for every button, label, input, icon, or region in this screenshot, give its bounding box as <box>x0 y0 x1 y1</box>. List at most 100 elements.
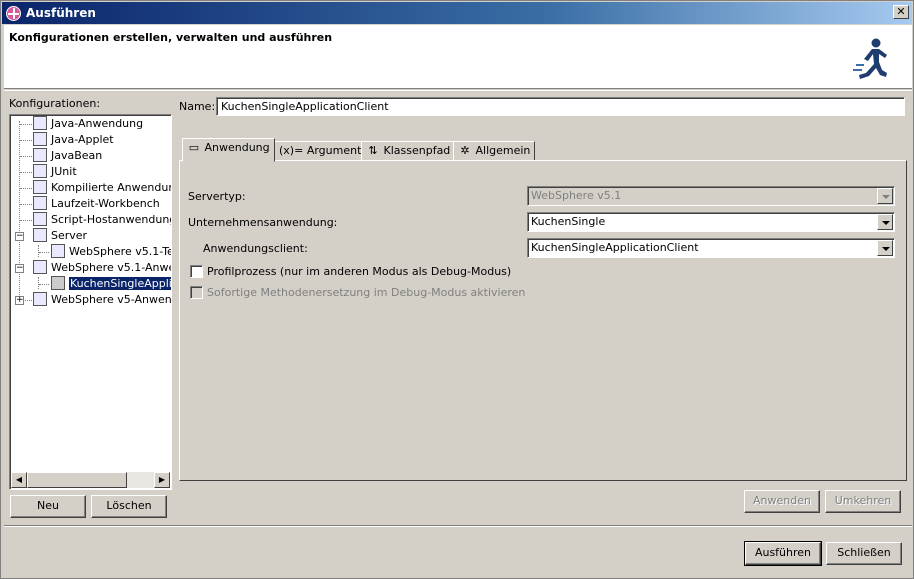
new-button[interactable]: Neu <box>10 495 86 518</box>
footer-separator <box>4 525 912 527</box>
tree-item-kuchen-client[interactable]: KuchenSingleApplicat <box>51 276 171 292</box>
tree-item-server[interactable]: Server <box>33 228 87 244</box>
tab-label: Anwendung <box>204 141 270 154</box>
delete-button[interactable]: Löschen <box>91 495 167 518</box>
tab-label: Allgemein <box>475 144 531 157</box>
tree-line <box>20 220 32 221</box>
tree-line <box>39 284 49 285</box>
run-dialog: Ausführen ✕ Konfigurationen erstellen, v… <box>0 0 914 579</box>
enterprise-app-label: Unternehmensanwendung: <box>188 216 338 229</box>
tree-item-label: Laufzeit-Workbench <box>51 197 160 210</box>
tab-argumente[interactable]: (x)= Argumente <box>274 141 374 161</box>
tree-item-javabean[interactable]: JavaBean <box>33 148 102 164</box>
expand-toggle[interactable]: + <box>15 296 24 305</box>
tree-line <box>20 140 32 141</box>
configuration-tree[interactable]: − − + Java-Anwendung Java-Applet JavaBea… <box>9 114 172 490</box>
websphere-50-icon <box>33 292 47 306</box>
chevron-down-icon <box>877 188 893 204</box>
tree-item-label: Script-Hostanwendung <box>51 213 172 226</box>
javabean-icon <box>33 148 47 162</box>
scroll-right-arrow-icon[interactable]: ▶ <box>154 472 170 488</box>
tree-line <box>20 172 32 173</box>
tab-klassenpfad[interactable]: ⇅ Klassenpfad <box>361 141 456 161</box>
revert-button: Umkehren <box>825 490 901 513</box>
tree-item-label: Server <box>51 229 88 242</box>
title-bar[interactable]: Ausführen ✕ <box>2 2 912 24</box>
websphere-client-icon <box>51 276 65 290</box>
enterprise-app-select[interactable]: KuchenSingle <box>527 212 895 232</box>
window-title: Ausführen <box>26 6 96 20</box>
tree-item-label: JavaBean <box>51 149 103 162</box>
workbench-icon <box>33 196 47 210</box>
websphere-51-icon <box>33 260 47 274</box>
tab-label: Argumente <box>306 144 369 157</box>
java-applet-icon <box>33 132 47 146</box>
close-window-button[interactable]: ✕ <box>893 5 909 19</box>
run-app-icon <box>6 6 21 21</box>
tree-item-label: WebSphere v5-Anwendu <box>51 293 172 306</box>
tab-anwendung[interactable]: ▭ Anwendung <box>182 138 275 162</box>
dialog-subtitle: Konfigurationen erstellen, verwalten und… <box>9 31 333 44</box>
tree-line <box>20 204 32 205</box>
websphere-test-icon <box>51 244 65 258</box>
tree-line <box>38 245 39 257</box>
chevron-down-icon[interactable] <box>877 240 893 256</box>
tree-item-label: Java-Anwendung <box>51 117 144 130</box>
enterprise-app-value: KuchenSingle <box>531 215 606 228</box>
tab-label: Klassenpfad <box>383 144 451 157</box>
tree-item-websphere-51[interactable]: WebSphere v5.1-Anwen <box>33 260 172 276</box>
script-icon <box>33 212 47 226</box>
name-input[interactable]: KuchenSingleApplicationClient <box>216 97 905 116</box>
tree-item-websphere-test[interactable]: WebSphere v5.1-Tes <box>51 244 172 260</box>
tree-item-label: WebSphere v5.1-Anwen <box>51 261 172 274</box>
tree-item-java-application[interactable]: Java-Anwendung <box>33 116 143 132</box>
scroll-thumb[interactable] <box>27 472 127 488</box>
collapse-toggle[interactable]: − <box>15 264 24 273</box>
tree-line <box>19 121 20 301</box>
servertyp-select: WebSphere v5.1 <box>527 186 895 206</box>
header-separator <box>4 90 912 91</box>
servertyp-label: Servertyp: <box>188 190 246 203</box>
apply-button: Anwenden <box>744 490 820 513</box>
scroll-left-arrow-icon[interactable]: ◀ <box>11 472 27 488</box>
hotswap-checkbox-label: Sofortige Methodenersetzung im Debug-Mod… <box>207 286 526 299</box>
app-client-select[interactable]: KuchenSingleApplicationClient <box>527 238 895 258</box>
tree-item-label: JUnit <box>51 165 77 178</box>
tab-panel: Servertyp: WebSphere v5.1 Unternehmensan… <box>179 160 907 481</box>
tree-item-junit[interactable]: JUnit <box>33 164 77 180</box>
tree-item-compiled-application[interactable]: Kompilierte Anwendung <box>33 180 172 196</box>
tree-item-label: Java-Applet <box>51 133 114 146</box>
close-button[interactable]: Schließen <box>826 542 902 565</box>
tree-item-websphere-50[interactable]: WebSphere v5-Anwendu <box>33 292 172 308</box>
collapse-toggle[interactable]: − <box>15 232 24 241</box>
tree-line <box>20 156 32 157</box>
common-tab-icon: ✲ <box>460 144 470 157</box>
run-button[interactable]: Ausführen <box>744 541 822 566</box>
tree-item-label: KuchenSingleApplicat <box>69 277 171 290</box>
tree-line <box>20 188 32 189</box>
profile-checkbox-label[interactable]: Profilprozess (nur im anderen Modus als … <box>207 265 511 278</box>
compiled-app-icon <box>33 180 47 194</box>
tree-line <box>39 252 49 253</box>
configurations-label: Konfigurationen: <box>9 97 101 110</box>
server-icon <box>33 228 47 242</box>
dialog-header: Konfigurationen erstellen, verwalten und… <box>4 25 912 89</box>
tree-item-label: WebSphere v5.1-Tes <box>69 245 172 258</box>
profile-checkbox[interactable] <box>190 265 203 278</box>
tab-allgemein[interactable]: ✲ Allgemein <box>453 141 536 161</box>
tree-horizontal-scrollbar[interactable]: ◀ ▶ <box>11 472 170 488</box>
app-client-value: KuchenSingleApplicationClient <box>531 241 699 254</box>
app-client-label: Anwendungsclient: <box>203 242 308 255</box>
tree-line <box>38 277 39 289</box>
chevron-down-icon[interactable] <box>877 214 893 230</box>
tree-item-runtime-workbench[interactable]: Laufzeit-Workbench <box>33 196 160 212</box>
servertyp-value: WebSphere v5.1 <box>531 189 622 202</box>
tree-item-script-host[interactable]: Script-Hostanwendung <box>33 212 172 228</box>
tree-line <box>20 124 32 125</box>
junit-icon <box>33 164 47 178</box>
java-app-icon <box>33 116 47 130</box>
tree-item-label: Kompilierte Anwendung <box>51 181 172 194</box>
classpath-tab-icon: ⇅ <box>368 144 378 157</box>
tree-item-java-applet[interactable]: Java-Applet <box>33 132 114 148</box>
hotswap-checkbox <box>190 286 203 299</box>
